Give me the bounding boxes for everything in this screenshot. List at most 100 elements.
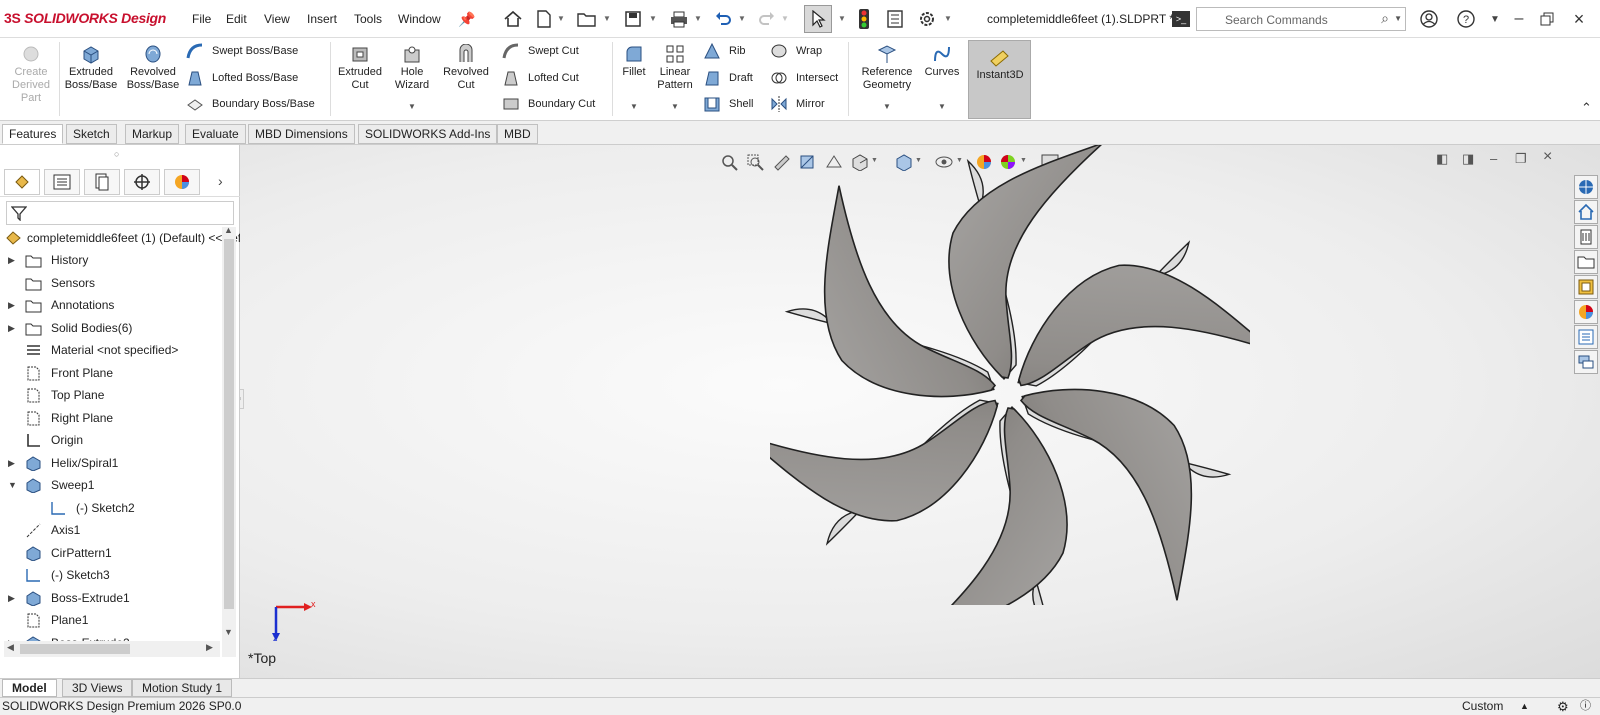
panel-splitter-handle[interactable]: ○: [240, 389, 244, 409]
menu-file[interactable]: File: [192, 12, 211, 26]
new-document-icon[interactable]: [533, 8, 555, 30]
file-explorer-icon[interactable]: [1574, 225, 1598, 249]
boundary-boss-button[interactable]: Boundary Boss/Base: [186, 94, 315, 114]
tab-motion-study-1[interactable]: Motion Study 1: [132, 679, 233, 697]
user-account-icon[interactable]: [1418, 8, 1440, 30]
minimize-icon[interactable]: –: [1508, 8, 1530, 30]
home-icon[interactable]: [502, 8, 524, 30]
doc-restore-icon[interactable]: ❐: [1515, 151, 1527, 167]
reference-geometry-button[interactable]: Reference Geometry: [852, 44, 922, 92]
appearances-icon[interactable]: [1574, 275, 1598, 299]
menu-window[interactable]: Window: [398, 12, 441, 26]
tab-mbd-dimensions[interactable]: MBD Dimensions: [248, 124, 355, 144]
view-palette-icon[interactable]: [1574, 250, 1598, 274]
shell-button[interactable]: Shell: [703, 94, 753, 114]
save-icon[interactable]: [622, 8, 644, 30]
revolved-boss-button[interactable]: Revolved Boss/Base: [124, 44, 182, 92]
rebuild-icon[interactable]: ⚙: [1557, 698, 1569, 715]
select-cursor-icon[interactable]: [804, 5, 832, 33]
feature-manager-tab-icon[interactable]: [4, 169, 40, 195]
draft-button[interactable]: Draft: [703, 68, 753, 88]
display-manager-tab-icon[interactable]: [164, 169, 200, 195]
extruded-cut-button[interactable]: Extruded Cut: [335, 44, 385, 92]
redo-icon[interactable]: [756, 8, 778, 30]
tab-evaluate[interactable]: Evaluate: [185, 124, 246, 144]
chevron-up-icon[interactable]: ▲: [1520, 698, 1529, 715]
status-info-icon[interactable]: ⓘ: [1580, 698, 1591, 715]
expand-icon[interactable]: ▶: [8, 249, 15, 271]
tree-horizontal-scrollbar[interactable]: ◀ ▶: [4, 641, 220, 657]
boundary-cut-button[interactable]: Boundary Cut: [502, 94, 595, 114]
menu-insert[interactable]: Insert: [307, 12, 337, 26]
tile-right-icon[interactable]: ◨: [1462, 151, 1474, 167]
expand-icon[interactable]: ▶: [8, 587, 15, 609]
revolved-cut-button[interactable]: Revolved Cut: [440, 44, 492, 92]
fillet-button[interactable]: Fillet: [614, 44, 654, 79]
doc-minimize-icon[interactable]: –: [1490, 151, 1497, 166]
appearances-scenes-icon[interactable]: [1574, 300, 1598, 324]
file-properties-icon[interactable]: [884, 8, 906, 30]
filter-icon[interactable]: [11, 205, 27, 221]
tab-3d-views[interactable]: 3D Views: [62, 679, 133, 697]
chevron-down-icon[interactable]: ▼: [944, 14, 952, 23]
collapse-icon[interactable]: ▼: [8, 474, 17, 496]
restore-icon[interactable]: [1536, 8, 1558, 30]
model-fan-blades[interactable]: [770, 145, 1250, 605]
lofted-cut-button[interactable]: Lofted Cut: [502, 68, 579, 88]
lofted-boss-button[interactable]: Lofted Boss/Base: [186, 68, 298, 88]
swept-cut-button[interactable]: Swept Cut: [502, 41, 579, 61]
graphics-area[interactable]: ▼ ▼ ▼ ▼ ▼ ◧ ◨ – ❐ ×: [240, 145, 1600, 678]
open-folder-icon[interactable]: [576, 8, 598, 30]
tab-markup[interactable]: Markup: [125, 124, 180, 144]
traffic-light-icon[interactable]: [853, 8, 875, 30]
forum-icon[interactable]: [1574, 350, 1598, 374]
pin-icon[interactable]: 📌: [456, 8, 478, 30]
chevron-down-icon[interactable]: ▼: [1394, 14, 1402, 23]
search-commands-input[interactable]: >_ Search Commands ⌕ ▼: [1172, 7, 1406, 31]
chevron-down-icon[interactable]: ▼: [1484, 8, 1506, 30]
chevron-down-icon[interactable]: ▼: [738, 14, 746, 23]
undo-icon[interactable]: [712, 8, 734, 30]
wrap-button[interactable]: Wrap: [770, 41, 822, 61]
configuration-manager-tab-icon[interactable]: [84, 169, 120, 195]
menu-view[interactable]: View: [264, 12, 290, 26]
dimxpert-manager-tab-icon[interactable]: [124, 169, 160, 195]
search-icon[interactable]: ⌕: [1381, 10, 1389, 27]
linear-pattern-button[interactable]: Linear Pattern: [654, 44, 696, 92]
solidworks-resources-icon[interactable]: [1574, 175, 1598, 199]
chevron-down-icon[interactable]: ▼: [838, 14, 846, 23]
custom-properties-icon[interactable]: [1574, 325, 1598, 349]
menu-edit[interactable]: Edit: [226, 12, 247, 26]
chevron-down-icon[interactable]: ▼: [630, 102, 638, 111]
intersect-button[interactable]: Intersect: [770, 68, 838, 88]
chevron-down-icon[interactable]: ▼: [883, 102, 891, 111]
help-icon[interactable]: ?: [1455, 8, 1477, 30]
zoom-to-fit-icon[interactable]: [720, 153, 740, 171]
instant3d-button[interactable]: Instant3D: [968, 40, 1031, 119]
tab-sketch[interactable]: Sketch: [66, 124, 117, 144]
tree-filter-input[interactable]: [6, 201, 234, 225]
rib-button[interactable]: Rib: [703, 41, 746, 61]
tab-features[interactable]: Features: [2, 124, 64, 144]
tab-mbd[interactable]: MBD: [497, 124, 538, 144]
chevron-down-icon[interactable]: ▼: [938, 102, 946, 111]
menu-tools[interactable]: Tools: [354, 12, 382, 26]
extruded-boss-button[interactable]: Extruded Boss/Base: [62, 44, 120, 92]
chevron-down-icon[interactable]: ▼: [649, 14, 657, 23]
hole-wizard-button[interactable]: Hole Wizard: [392, 44, 432, 92]
zoom-to-area-icon[interactable]: [746, 153, 766, 171]
close-icon[interactable]: ×: [1568, 8, 1590, 30]
units-selector[interactable]: Custom: [1462, 698, 1503, 715]
chevron-down-icon[interactable]: ▼: [671, 102, 679, 111]
collapse-ribbon-icon[interactable]: ⌃: [1581, 100, 1592, 116]
gear-icon[interactable]: [916, 8, 938, 30]
expand-icon[interactable]: ▶: [8, 317, 15, 339]
design-library-icon[interactable]: [1574, 200, 1598, 224]
tree-vertical-scrollbar[interactable]: ▲ ▼: [222, 225, 236, 657]
curves-button[interactable]: Curves: [922, 44, 962, 79]
chevron-down-icon[interactable]: ▼: [694, 14, 702, 23]
create-derived-part-button[interactable]: Create Derived Part: [8, 44, 54, 105]
chevron-right-icon[interactable]: ›: [218, 173, 223, 189]
swept-boss-button[interactable]: Swept Boss/Base: [186, 41, 298, 61]
mirror-button[interactable]: Mirror: [770, 94, 825, 114]
